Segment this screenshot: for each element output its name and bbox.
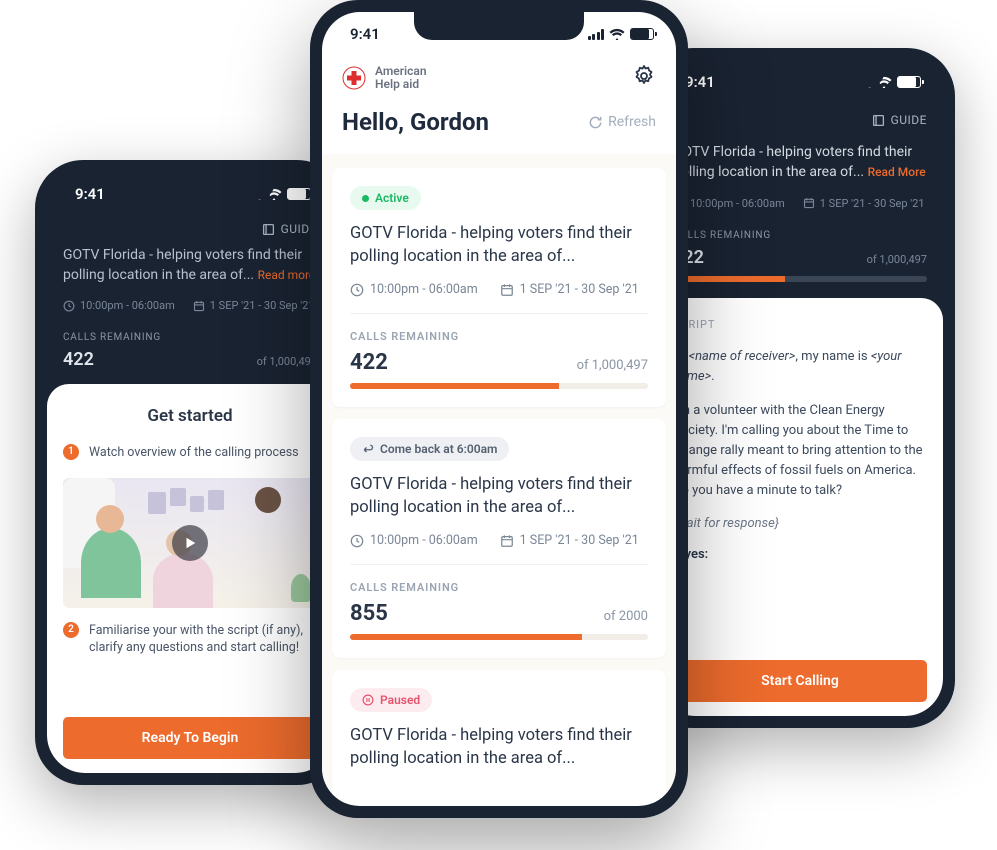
campaign-card[interactable]: Active GOTV Florida - helping voters fin… [332, 168, 666, 407]
brand: AmericanHelp aid [342, 65, 427, 91]
battery-icon [630, 28, 654, 40]
script-label: SCRIPT [673, 318, 927, 331]
status-pill-comeback: Come back at 6:00am [350, 437, 509, 461]
wifi-icon [609, 28, 625, 40]
book-icon [872, 114, 885, 127]
status-pill-paused: Paused [350, 688, 432, 712]
play-icon [172, 525, 208, 561]
time-range: 10:00pm - 06:00am [350, 282, 478, 297]
calendar-icon [500, 534, 514, 548]
clock-icon [350, 283, 364, 297]
calls-remaining-label: CALLS REMAINING [350, 330, 648, 343]
return-icon [362, 443, 374, 455]
guide-button[interactable]: GUIDE [262, 222, 317, 236]
date-range: 1 SEP '21 - 30 Sep '21 [803, 197, 925, 210]
battery-icon [287, 188, 311, 200]
sheet-title: Get started [63, 406, 317, 426]
gear-icon [632, 64, 656, 88]
get-started-sheet: Get started 1 Watch overview of the call… [47, 384, 333, 773]
calls-remaining-label: CALLS REMAINING [350, 581, 648, 594]
campaign-card[interactable]: Come back at 6:00am GOTV Florida - helpi… [332, 419, 666, 658]
calls-remaining: CALLS REMAINING 422 of 1,000,497 [657, 222, 943, 282]
script-line-2: I'm a volunteer with the Clean Energy So… [673, 401, 927, 502]
campaign-card[interactable]: Paused GOTV Florida - helping voters fin… [332, 670, 666, 802]
campaign-title: GOTV Florida - helping voters find their… [657, 142, 943, 183]
start-calling-button[interactable]: Start Calling [673, 660, 927, 702]
calendar-icon [803, 197, 815, 209]
overview-video-thumb[interactable] [63, 478, 317, 608]
calendar-icon [193, 300, 205, 312]
campaign-title: GOTV Florida - helping voters find their… [350, 473, 648, 519]
guide-button[interactable]: GUIDE [872, 113, 927, 127]
progress-bar [350, 383, 648, 389]
settings-button[interactable] [632, 64, 656, 92]
clock-icon [63, 300, 75, 312]
refresh-button[interactable]: Refresh [588, 114, 656, 130]
status-time: 9:41 [685, 73, 715, 91]
time-range: 10:00pm - 06:00am [673, 197, 785, 210]
time-range: 10:00pm - 06:00am [350, 533, 478, 548]
step-1: 1 Watch overview of the calling process [63, 444, 317, 462]
greeting: Hello, Gordon [342, 108, 489, 136]
read-more-link[interactable]: Read More [868, 165, 926, 179]
campaign-title: GOTV Florida - helping voters find their… [350, 724, 648, 770]
campaign-list[interactable]: Active GOTV Florida - helping voters fin… [322, 154, 676, 803]
pause-icon [362, 694, 374, 706]
campaign-title: GOTV Florida - helping voters find their… [350, 222, 648, 268]
calls-remaining-row: 422 of 1,000,497 [350, 350, 648, 375]
red-cross-icon [342, 66, 366, 90]
campaign-title: GOTV Florida - helping voters find their… [47, 246, 333, 285]
battery-icon [897, 76, 921, 88]
date-range: 1 SEP '21 - 30 Sep '21 [500, 282, 639, 297]
read-more-link[interactable]: Read more [258, 268, 316, 282]
step-2: 2 Familiarise your with the script (if a… [63, 622, 317, 657]
book-icon [262, 223, 275, 236]
active-dot-icon [362, 195, 369, 202]
refresh-icon [588, 115, 603, 130]
ready-to-begin-button[interactable]: Ready To Begin [63, 717, 317, 759]
phone-right: 9:41 ‹ GUIDE GOTV Florida - helping vote… [645, 48, 955, 728]
phone-center: 9:41 AmericanHelp aid Hello, Gordon [310, 0, 688, 818]
phone-left: 9:41 GUIDE GOTV Florida - helping voters… [35, 160, 345, 785]
status-time: 9:41 [350, 25, 380, 43]
signal-icon [588, 29, 605, 40]
calendar-icon [500, 283, 514, 297]
script-line-1: Hi <name of receiver>, my name is <your … [673, 347, 927, 387]
script-sheet: SCRIPT Hi <name of receiver>, my name is… [657, 298, 943, 716]
status-pill-active: Active [350, 186, 421, 210]
clock-icon [350, 534, 364, 548]
step-number: 2 [63, 622, 79, 638]
calls-remaining-row: 855 of 2000 [350, 601, 648, 626]
progress-bar [350, 634, 648, 640]
script-wait: {wait for response} [673, 516, 927, 531]
time-range: 10:00pm - 06:00am [63, 299, 175, 312]
date-range: 1 SEP '21 - 30 Sep '21 [193, 299, 315, 312]
calls-remaining: CALLS REMAINING 422 of 1,000,497 [47, 324, 333, 370]
date-range: 1 SEP '21 - 30 Sep '21 [500, 533, 639, 548]
step-number: 1 [63, 444, 79, 460]
script-if-yes: If yes: [673, 547, 927, 562]
status-time: 9:41 [75, 185, 105, 203]
